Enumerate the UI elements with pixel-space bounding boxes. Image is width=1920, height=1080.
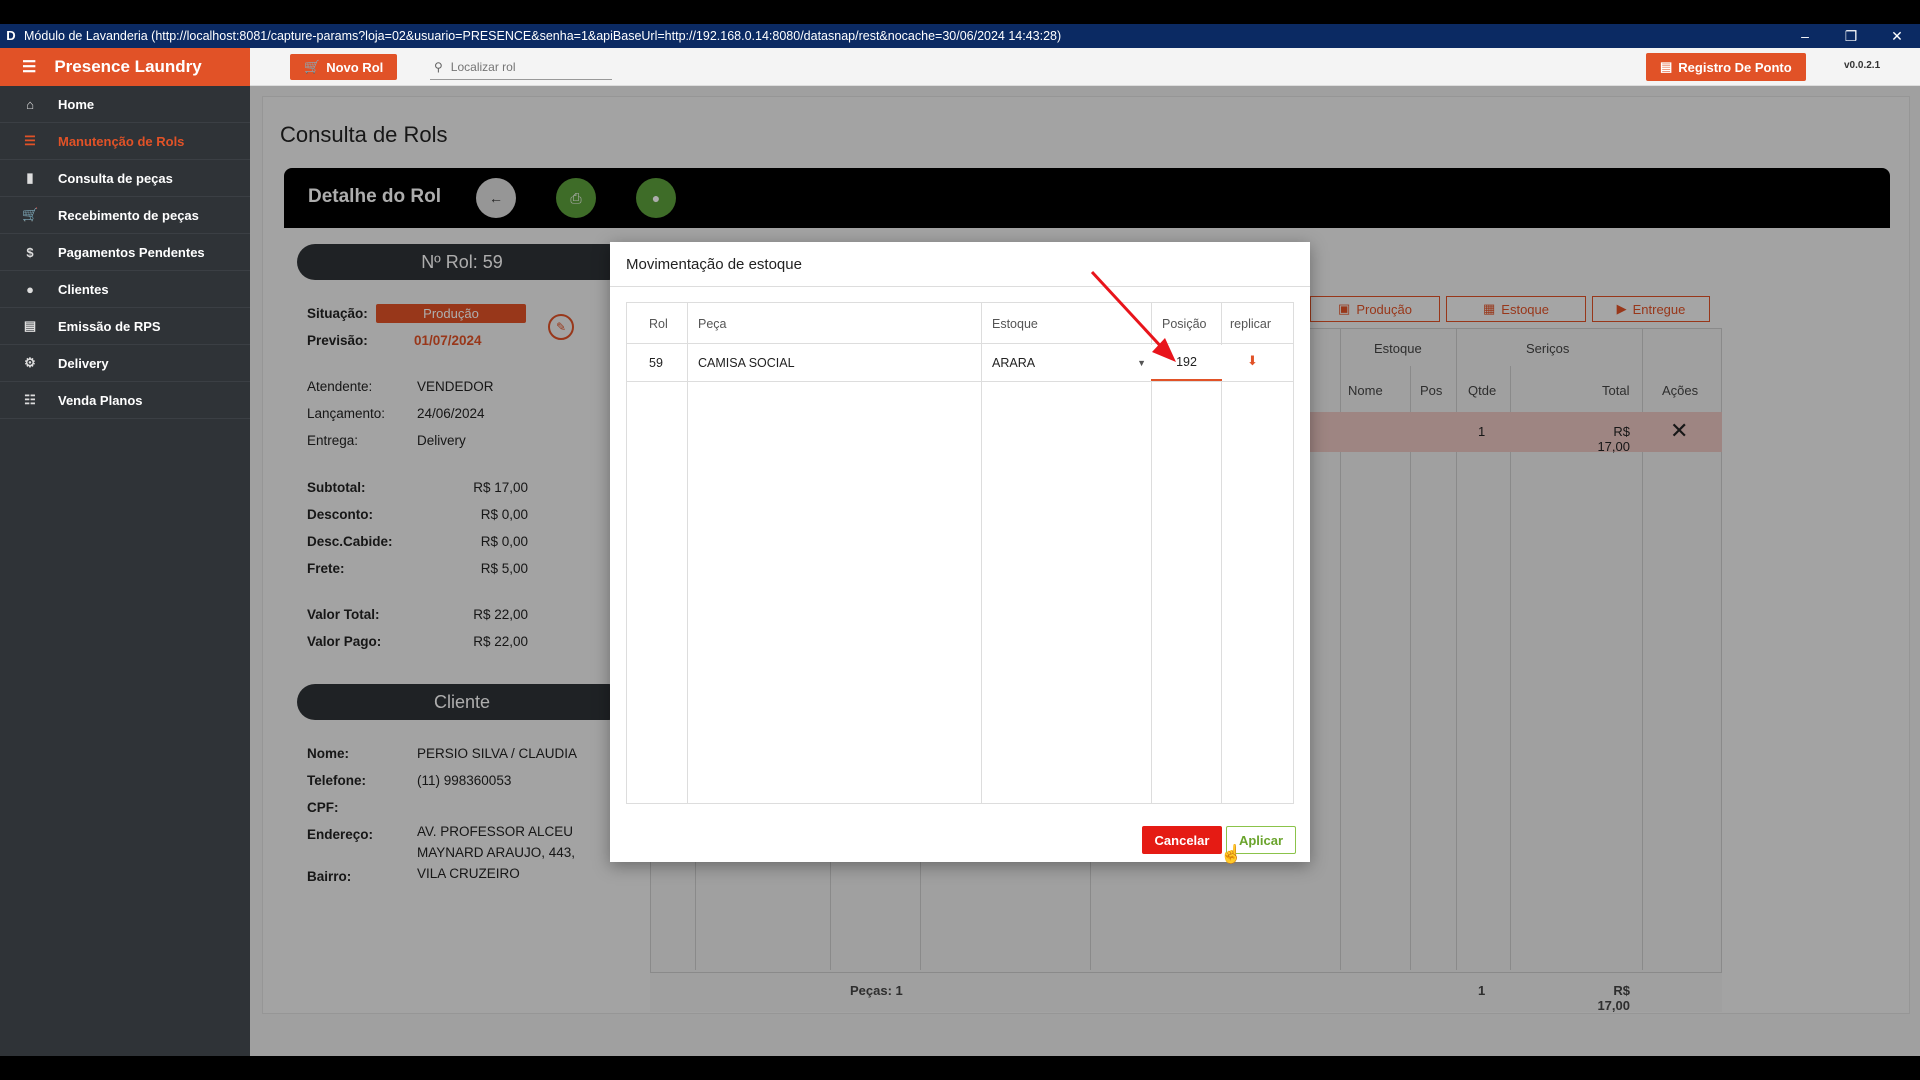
search-icon: ⚲ <box>434 59 443 74</box>
app-icon: D <box>6 28 16 43</box>
tag-icon: ▮ <box>26 170 34 185</box>
sidebar: ☰ Presence Laundry ⌂ Home ☰ Manutenção d… <box>0 48 250 1056</box>
hamburger-icon[interactable]: ☰ <box>22 57 36 77</box>
sidebar-item-clientes[interactable]: ● Clientes <box>0 271 250 308</box>
screen: D Módulo de Lavanderia (http://localhost… <box>0 0 1920 1080</box>
sidebar-item-recebimento-pecas[interactable]: 🛒 Recebimento de peças <box>0 197 250 234</box>
list-icon: ☰ <box>24 133 36 148</box>
novo-rol-button[interactable]: 🛒 Novo Rol <box>290 54 398 80</box>
sidebar-item-label: Home <box>58 96 95 112</box>
bottom-bar <box>0 1056 1920 1080</box>
cart-icon: 🛒 <box>304 59 321 74</box>
table-divider <box>687 303 688 803</box>
registro-ponto-button[interactable]: ▤ Registro De Ponto <box>1646 53 1806 81</box>
col-posicao-header: Posição <box>1162 317 1207 331</box>
clock-card-icon: ▤ <box>1660 59 1673 74</box>
sidebar-item-label: Emissão de RPS <box>58 318 161 334</box>
sidebar-item-consulta-pecas[interactable]: ▮ Consulta de peças <box>0 160 250 197</box>
version-label: v0.0.2.1 <box>1844 60 1881 71</box>
col-rol-header: Rol <box>649 317 668 331</box>
registro-ponto-label: Registro De Ponto <box>1678 59 1792 75</box>
dialog-title: Movimentação de estoque <box>626 256 802 273</box>
posicao-input[interactable] <box>1151 345 1222 381</box>
stock-table: Rol Peça Estoque Posição replicar 59 CAM… <box>626 302 1294 804</box>
window-titlebar: D Módulo de Lavanderia (http://localhost… <box>0 24 1920 48</box>
sidebar-item-label: Venda Planos <box>58 392 143 408</box>
row-divider <box>627 381 1293 382</box>
sidebar-item-delivery[interactable]: ⚙ Delivery <box>0 345 250 382</box>
sidebar-item-venda-planos[interactable]: ☷ Venda Planos <box>0 382 250 419</box>
document-icon: ▤ <box>23 318 37 333</box>
replicate-download-icon[interactable]: ⬇ <box>1247 353 1258 369</box>
stock-movement-dialog: Movimentação de estoque Rol Peça Estoque… <box>610 242 1310 862</box>
sidebar-item-label: Manutenção de Rols <box>58 133 185 149</box>
window-title: Módulo de Lavanderia (http://localhost:8… <box>24 29 1062 43</box>
delivery-icon: ⚙ <box>24 355 36 370</box>
minimize-icon[interactable]: – <box>1782 28 1828 45</box>
search-input[interactable] <box>450 59 591 74</box>
top-header: 🛒 Novo Rol ⚲ ▤ Registro De Ponto v0.0.2.… <box>250 48 1920 86</box>
chevron-down-icon: ▼ <box>1137 358 1146 368</box>
sidebar-item-home[interactable]: ⌂ Home <box>0 86 250 123</box>
close-window-icon[interactable]: ✕ <box>1874 28 1920 45</box>
col-peca-header: Peça <box>698 317 727 331</box>
estoque-select[interactable]: ARARA ▼ <box>992 351 1154 375</box>
col-estoque-header: Estoque <box>992 317 1038 331</box>
sidebar-item-label: Pagamentos Pendentes <box>58 244 205 260</box>
sidebar-item-manutencao-rols[interactable]: ☰ Manutenção de Rols <box>0 123 250 160</box>
brand-name: Presence Laundry <box>54 57 202 76</box>
dialog-divider <box>610 286 1310 287</box>
plan-icon: ☷ <box>24 392 36 407</box>
sidebar-item-label: Consulta de peças <box>58 170 173 186</box>
window-controls: – ❐ ✕ <box>1782 28 1920 45</box>
sidebar-item-label: Delivery <box>58 355 109 371</box>
sidebar-item-pagamentos-pendentes[interactable]: $ Pagamentos Pendentes <box>0 234 250 271</box>
header-divider <box>627 343 1293 344</box>
col-replicar-header: replicar <box>1230 317 1271 331</box>
cancel-button[interactable]: Cancelar <box>1142 826 1222 854</box>
search-field: ⚲ <box>430 54 612 80</box>
restore-icon[interactable]: ❐ <box>1828 28 1874 45</box>
estoque-select-value: ARARA <box>992 356 1036 370</box>
row-rol: 59 <box>649 356 663 370</box>
brand-bar: ☰ Presence Laundry <box>0 48 250 86</box>
sidebar-item-label: Recebimento de peças <box>58 207 199 223</box>
sidebar-item-label: Clientes <box>58 281 109 297</box>
row-peca: CAMISA SOCIAL <box>698 356 795 370</box>
mouse-cursor-icon: ☝ <box>1220 844 1243 864</box>
novo-rol-label: Novo Rol <box>326 59 384 75</box>
dollar-icon: $ <box>26 244 34 260</box>
cart-icon: 🛒 <box>22 207 39 222</box>
table-divider <box>981 303 982 803</box>
home-icon: ⌂ <box>26 96 34 112</box>
sidebar-item-emissao-rps[interactable]: ▤ Emissão de RPS <box>0 308 250 345</box>
user-icon: ● <box>26 281 34 297</box>
